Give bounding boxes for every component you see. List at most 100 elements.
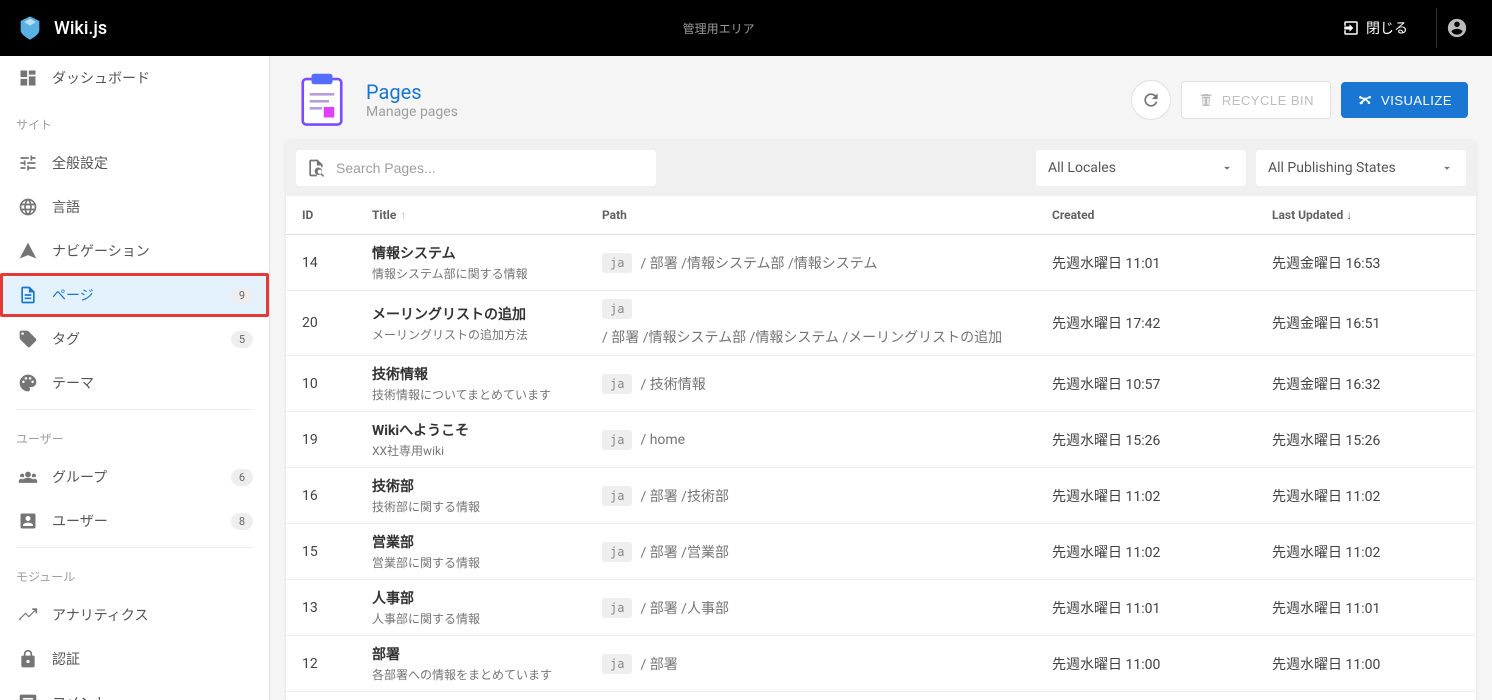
recycle-bin-button[interactable]: RECYCLE BIN <box>1181 81 1331 119</box>
sidebar-item-label: 認証 <box>52 649 253 669</box>
table-row[interactable]: 19WikiへようこそXX社専用wikija/ home先週水曜日 15:26先… <box>286 412 1476 468</box>
visualize-button[interactable]: VISUALIZE <box>1341 82 1468 118</box>
tag-icon <box>16 327 40 351</box>
sidebar-item-label: アナリティクス <box>52 605 253 625</box>
cell-id: 10 <box>286 356 356 412</box>
cell-id: 19 <box>286 412 356 468</box>
account-button[interactable] <box>1436 8 1476 48</box>
sidebar: ダッシュボード サイト 全般設定 言語 ナビゲーション ページ 9 タグ 5 テ… <box>0 56 270 700</box>
col-id[interactable]: ID <box>286 196 356 235</box>
cell-id: 11 <box>286 692 356 700</box>
search-input[interactable] <box>296 150 656 186</box>
navigation-icon <box>16 239 40 263</box>
divider <box>16 409 253 410</box>
table-row[interactable]: 10技術情報技術情報についてまとめていますja/ 技術情報先週水曜日 10:57… <box>286 356 1476 412</box>
refresh-button[interactable] <box>1131 80 1171 120</box>
visualize-label: VISUALIZE <box>1381 93 1452 108</box>
close-label: 閉じる <box>1366 18 1408 38</box>
cell-created: 先週水曜日 17:42 <box>1036 291 1256 356</box>
brand[interactable]: Wiki.js <box>16 14 107 42</box>
topbar-center-label: 管理用エリア <box>107 20 1330 37</box>
sidebar-item-label: ナビゲーション <box>52 241 253 261</box>
sidebar-item-label: コメント <box>52 693 253 700</box>
graph-icon <box>1357 92 1373 108</box>
sidebar-item-label: テーマ <box>52 373 253 393</box>
cell-title: 人事部人事部に関する情報 <box>356 580 586 636</box>
cell-created: 先週水曜日 10:59 <box>1036 692 1256 700</box>
sidebar-item-theme[interactable]: テーマ <box>0 361 269 405</box>
sidebar-section-modules: モジュール <box>0 552 269 593</box>
cell-created: 先週水曜日 11:02 <box>1036 468 1256 524</box>
cell-path: ja/ 全社情報 <box>586 692 1036 700</box>
cell-id: 14 <box>286 235 356 291</box>
account-group-icon <box>16 465 40 489</box>
table-row[interactable]: 15営業部営業部に関する情報ja/ 部署 /営業部先週水曜日 11:02先週水曜… <box>286 524 1476 580</box>
web-icon <box>16 195 40 219</box>
table-row[interactable]: 11全社情報全社に向けた共通の情報をまとめていますja/ 全社情報先週水曜日 1… <box>286 692 1476 700</box>
comment-icon <box>16 691 40 700</box>
cell-id: 13 <box>286 580 356 636</box>
table-row[interactable]: 13人事部人事部に関する情報ja/ 部署 /人事部先週水曜日 11:01先週水曜… <box>286 580 1476 636</box>
locale-chip: ja <box>602 253 632 273</box>
cell-path: ja/ 部署 <box>586 636 1036 692</box>
cell-updated: 先週金曜日 16:53 <box>1256 235 1476 291</box>
sort-desc-icon: ↓ <box>1346 208 1352 222</box>
publishing-state-select[interactable]: All Publishing States <box>1256 150 1466 186</box>
table-row[interactable]: 14情報システム情報システム部に関する情報ja/ 部署 /情報システム部 /情報… <box>286 235 1476 291</box>
sidebar-item-pages[interactable]: ページ 9 <box>0 273 269 317</box>
sidebar-item-locale[interactable]: 言語 <box>0 185 269 229</box>
sidebar-item-tags[interactable]: タグ 5 <box>0 317 269 361</box>
exit-icon <box>1342 19 1360 37</box>
sidebar-item-dashboard[interactable]: ダッシュボード <box>0 56 269 100</box>
cell-updated: 先週水曜日 11:00 <box>1256 636 1476 692</box>
table-row[interactable]: 12部署各部署への情報をまとめていますja/ 部署先週水曜日 11:00先週水曜… <box>286 636 1476 692</box>
col-title[interactable]: Title↑ <box>356 196 586 235</box>
cell-title: 技術情報技術情報についてまとめています <box>356 356 586 412</box>
cell-title: メーリングリストの追加メーリングリストの追加方法 <box>356 291 586 356</box>
pages-card: All Locales All Publishing States ID Tit… <box>286 140 1476 700</box>
col-created[interactable]: Created <box>1036 196 1256 235</box>
cell-path: ja/ 部署 /人事部 <box>586 580 1036 636</box>
sidebar-item-general[interactable]: 全般設定 <box>0 141 269 185</box>
locale-chip: ja <box>602 542 632 562</box>
cell-created: 先週水曜日 10:57 <box>1036 356 1256 412</box>
table-row[interactable]: 16技術部技術部に関する情報ja/ 部署 /技術部先週水曜日 11:02先週水曜… <box>286 468 1476 524</box>
sidebar-badge: 6 <box>231 469 253 486</box>
cell-created: 先週水曜日 11:01 <box>1036 580 1256 636</box>
sidebar-item-navigation[interactable]: ナビゲーション <box>0 229 269 273</box>
locale-chip: ja <box>602 486 632 506</box>
cell-path: ja/ 部署 /情報システム部 /情報システム <box>586 235 1036 291</box>
filter-bar: All Locales All Publishing States <box>286 140 1476 196</box>
sidebar-item-label: 言語 <box>52 197 253 217</box>
locale-select[interactable]: All Locales <box>1036 150 1246 186</box>
tune-icon <box>16 151 40 175</box>
sidebar-item-label: グループ <box>52 467 231 487</box>
sidebar-item-analytics[interactable]: アナリティクス <box>0 593 269 637</box>
clipboard-icon <box>294 72 350 128</box>
cell-title: 技術部技術部に関する情報 <box>356 468 586 524</box>
sidebar-item-users[interactable]: ユーザー 8 <box>0 499 269 543</box>
cell-created: 先週水曜日 11:01 <box>1036 235 1256 291</box>
sidebar-item-label: タグ <box>52 329 231 349</box>
cell-title: 全社情報全社に向けた共通の情報をまとめています <box>356 692 586 700</box>
cell-updated: 先週水曜日 10:59 <box>1256 692 1476 700</box>
sidebar-item-auth[interactable]: 認証 <box>0 637 269 681</box>
cell-updated: 先週水曜日 11:02 <box>1256 468 1476 524</box>
page-header: Pages Manage pages RECYCLE BIN VISUALIZE <box>270 56 1492 128</box>
sidebar-item-comments[interactable]: コメント <box>0 681 269 700</box>
sidebar-item-groups[interactable]: グループ 6 <box>0 455 269 499</box>
account-icon <box>1446 17 1468 39</box>
locale-chip: ja <box>602 299 632 319</box>
cell-created: 先週水曜日 11:00 <box>1036 636 1256 692</box>
cell-created: 先週水曜日 11:02 <box>1036 524 1256 580</box>
table-row[interactable]: 20メーリングリストの追加メーリングリストの追加方法ja/ 部署 /情報システム… <box>286 291 1476 356</box>
pages-table: ID Title↑ Path Created Last Updated ↓ 14… <box>286 196 1476 700</box>
col-updated[interactable]: Last Updated ↓ <box>1256 196 1476 235</box>
lock-icon <box>16 647 40 671</box>
close-button[interactable]: 閉じる <box>1330 10 1420 46</box>
cell-updated: 先週金曜日 16:32 <box>1256 356 1476 412</box>
col-path[interactable]: Path <box>586 196 1036 235</box>
wikijs-logo-icon <box>16 14 44 42</box>
sidebar-section-site: サイト <box>0 100 269 141</box>
account-box-icon <box>16 509 40 533</box>
